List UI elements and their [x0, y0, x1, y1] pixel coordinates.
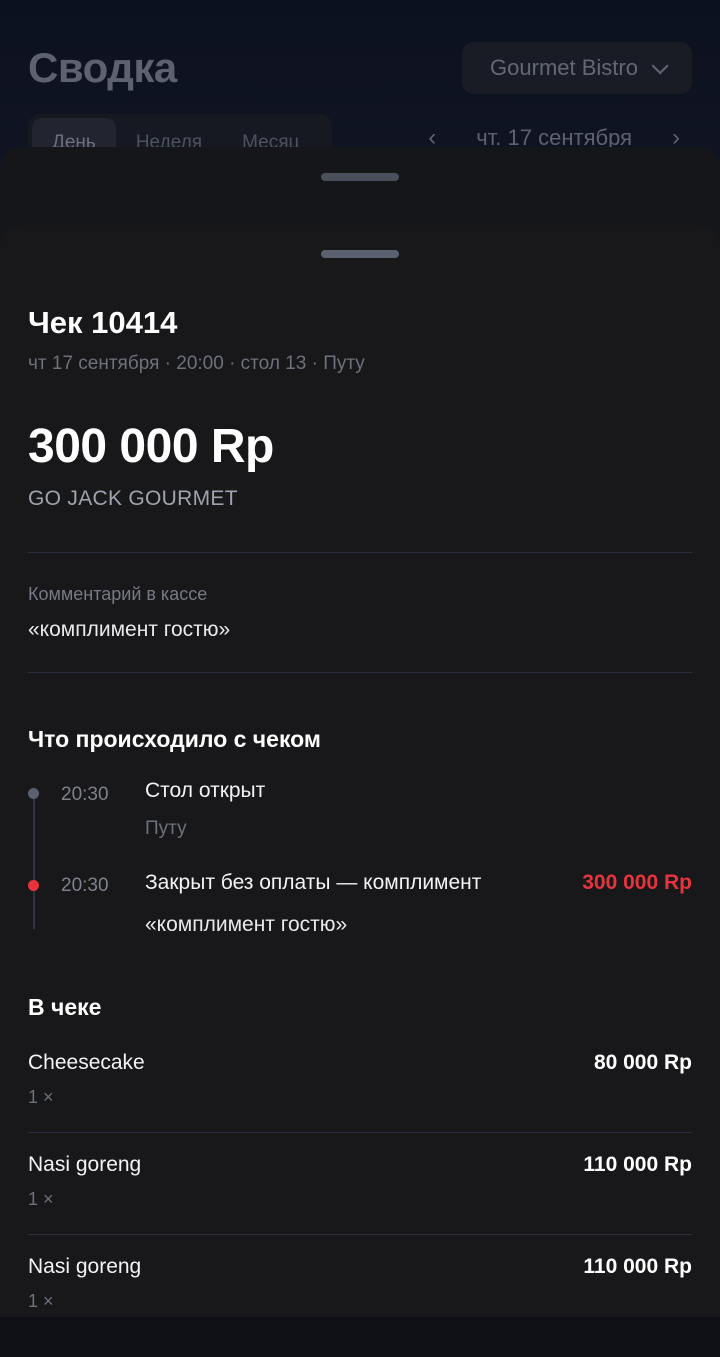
- divider: [28, 552, 692, 553]
- check-title: Чек 10414: [28, 305, 178, 340]
- item-price: 110 000 Rp: [583, 1153, 692, 1176]
- chevron-down-icon: [651, 57, 669, 75]
- page-title: Сводка: [28, 44, 177, 91]
- divider: [28, 672, 692, 673]
- timeline-dot: [28, 788, 39, 799]
- events-section-title: Что происходило с чеком: [28, 726, 321, 752]
- check-amount: 300 000 Rp: [28, 420, 274, 473]
- timeline-dot: [28, 880, 39, 891]
- check-detail-sheet: Чек 10414 чт 17 сентября · 20:00 · стол …: [0, 225, 720, 1317]
- item-qty: 1 ×: [28, 1291, 54, 1311]
- event-time: 20:30: [61, 875, 109, 896]
- item-price: 110 000 Rp: [583, 1255, 692, 1278]
- divider: [28, 1132, 692, 1133]
- list-item: Nasi goreng 1 × 110 000 Rp: [28, 1255, 692, 1357]
- event-subtitle: «комплимент гостю»: [145, 913, 348, 936]
- item-qty: 1 ×: [28, 1087, 54, 1107]
- venue-name: Gourmet Bistro: [490, 55, 638, 80]
- payment-method: GO JACK GOURMET: [28, 487, 238, 510]
- items-section-title: В чеке: [28, 994, 102, 1020]
- item-name: Nasi goreng: [28, 1255, 142, 1278]
- check-meta: чт 17 сентября · 20:00 · стол 13 · Путу: [28, 353, 365, 374]
- comment-text: «комплимент гостю»: [28, 618, 231, 641]
- timeline-line: [33, 795, 35, 929]
- event-amount: 300 000 Rp: [582, 871, 692, 894]
- event-title: Закрыт без оплаты — комплимент: [145, 871, 482, 894]
- event-subtitle: Путу: [145, 818, 187, 839]
- item-price: 80 000 Rp: [593, 1051, 692, 1074]
- event-time: 20:30: [61, 784, 109, 805]
- list-item: Nasi goreng 1 × 110 000 Rp: [28, 1153, 692, 1255]
- sheet-grabber[interactable]: [321, 173, 399, 181]
- sheet-grabber[interactable]: [321, 250, 399, 258]
- venue-selector[interactable]: Gourmet Bistro: [462, 42, 692, 94]
- item-qty: 1 ×: [28, 1189, 54, 1209]
- list-item: Cheesecake 1 × 80 000 Rp: [28, 1051, 692, 1153]
- item-name: Cheesecake: [28, 1051, 145, 1074]
- comment-label: Комментарий в кассе: [28, 584, 208, 604]
- item-name: Nasi goreng: [28, 1153, 142, 1176]
- event-title: Стол открыт: [145, 779, 266, 802]
- divider: [28, 1234, 692, 1235]
